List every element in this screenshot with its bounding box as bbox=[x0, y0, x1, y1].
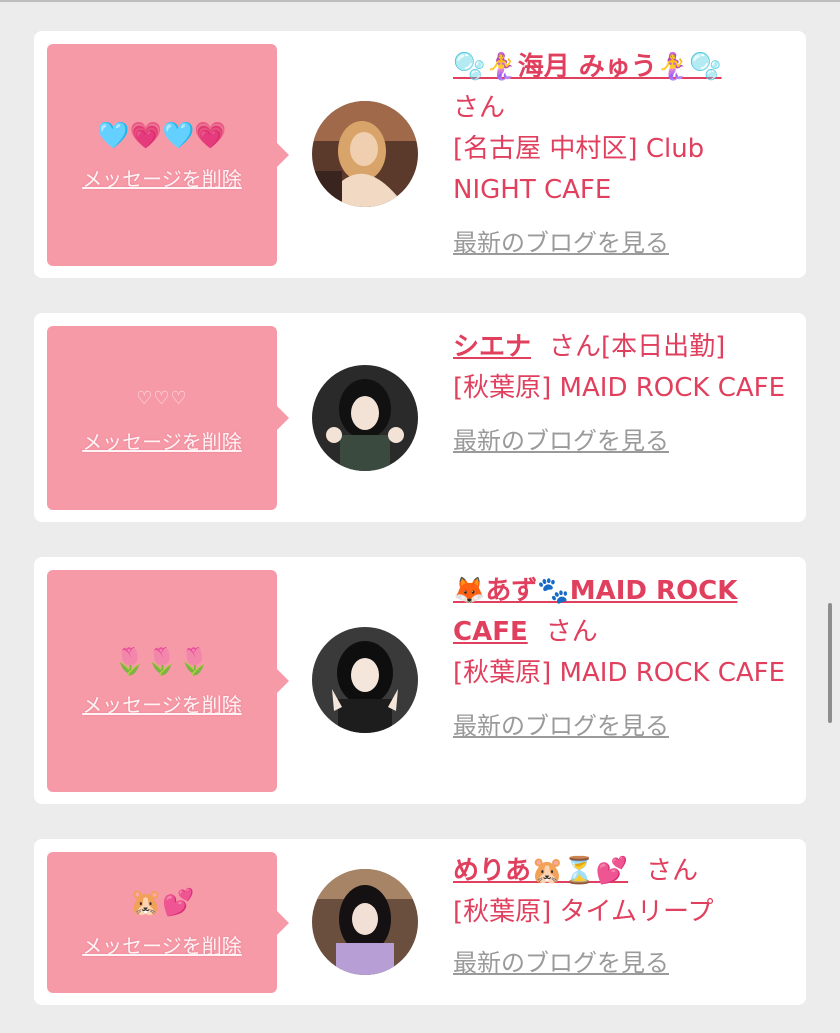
message-bubble: 🐹💕 メッセージを削除 bbox=[47, 852, 289, 993]
delete-message-link[interactable]: メッセージを削除 bbox=[82, 930, 242, 959]
message-bubble: ♡♡♡ メッセージを削除 bbox=[47, 326, 289, 510]
top-divider bbox=[0, 0, 840, 2]
latest-blog-link[interactable]: 最新のブログを見る bbox=[453, 943, 669, 984]
cast-info: 🦊あず🐾MAID ROCK CAFE さん [秋葉原] MAID ROCK CAF… bbox=[453, 571, 793, 747]
message-card: 🌷🌷🌷 メッセージを削除 🦊あず🐾MAID ROCK CAFE さん [秋葉原] … bbox=[34, 557, 806, 804]
message-text: 🌷🌷🌷 bbox=[113, 646, 211, 677]
avatar[interactable] bbox=[312, 869, 418, 975]
name-line: めりあ🐹⏳💕 さん bbox=[453, 851, 793, 892]
cast-name-link[interactable]: 🫧🧜‍♀️海月 みゅう🧜‍♀️🫧 bbox=[453, 52, 722, 82]
delete-message-link[interactable]: メッセージを削除 bbox=[82, 689, 242, 718]
cast-name-link[interactable]: めりあ🐹⏳💕 bbox=[453, 856, 628, 886]
shop-location: [秋葉原] MAID ROCK CAFE bbox=[453, 658, 786, 688]
avatar[interactable] bbox=[312, 627, 418, 733]
avatar[interactable] bbox=[312, 101, 418, 207]
latest-blog-link[interactable]: 最新のブログを見る bbox=[453, 223, 669, 264]
honorific: さん bbox=[453, 93, 506, 123]
message-card: ♡♡♡ メッセージを削除 シエナ さん[本日出勤] [秋葉原] MAID ROCK… bbox=[34, 313, 806, 522]
latest-blog-link[interactable]: 最新のブログを見る bbox=[453, 706, 669, 747]
working-today-tag: [本日出勤] bbox=[601, 332, 726, 362]
cast-info: 🫧🧜‍♀️海月 みゅう🧜‍♀️🫧 さん [名古屋 中村区] Club NIGHT… bbox=[453, 47, 793, 264]
message-text: 🐹💕 bbox=[129, 888, 195, 918]
cast-info: めりあ🐹⏳💕 さん [秋葉原] タイムリープ 最新のブログを見る bbox=[453, 851, 793, 984]
honorific: さん bbox=[545, 617, 598, 647]
name-line: 🫧🧜‍♀️海月 みゅう🧜‍♀️🫧 bbox=[453, 47, 793, 88]
honorific: さん bbox=[549, 332, 602, 362]
message-bubble: 🌷🌷🌷 メッセージを削除 bbox=[47, 570, 289, 792]
message-text: 🩵💗🩵💗 bbox=[97, 120, 227, 151]
scrollbar[interactable] bbox=[828, 603, 832, 723]
honorific: さん bbox=[646, 856, 699, 886]
avatar[interactable] bbox=[312, 365, 418, 471]
message-card: 🐹💕 メッセージを削除 めりあ🐹⏳💕 さん [秋葉原] タイムリープ 最新のブログ… bbox=[34, 839, 806, 1005]
cast-name-link[interactable]: シエナ bbox=[453, 332, 531, 362]
delete-message-link[interactable]: メッセージを削除 bbox=[82, 426, 242, 455]
honorific-line: さん bbox=[453, 88, 793, 129]
message-text: ♡♡♡ bbox=[136, 387, 188, 409]
shop-location: [名古屋 中村区] Club NIGHT CAFE bbox=[453, 134, 705, 205]
name-line: 🦊あず🐾MAID ROCK CAFE さん bbox=[453, 571, 793, 653]
cast-info: シエナ さん[本日出勤] [秋葉原] MAID ROCK CAFE 最新のブログを… bbox=[453, 327, 793, 462]
name-line: シエナ さん[本日出勤] bbox=[453, 327, 793, 368]
latest-blog-link[interactable]: 最新のブログを見る bbox=[453, 421, 669, 462]
message-bubble: 🩵💗🩵💗 メッセージを削除 bbox=[47, 44, 289, 266]
shop-location: [秋葉原] タイムリープ bbox=[453, 897, 714, 927]
message-card: 🩵💗🩵💗 メッセージを削除 🫧🧜‍♀️海月 みゅう🧜‍♀️🫧 さん [名古屋 中… bbox=[34, 31, 806, 278]
shop-location: [秋葉原] MAID ROCK CAFE bbox=[453, 373, 786, 403]
delete-message-link[interactable]: メッセージを削除 bbox=[82, 163, 242, 192]
